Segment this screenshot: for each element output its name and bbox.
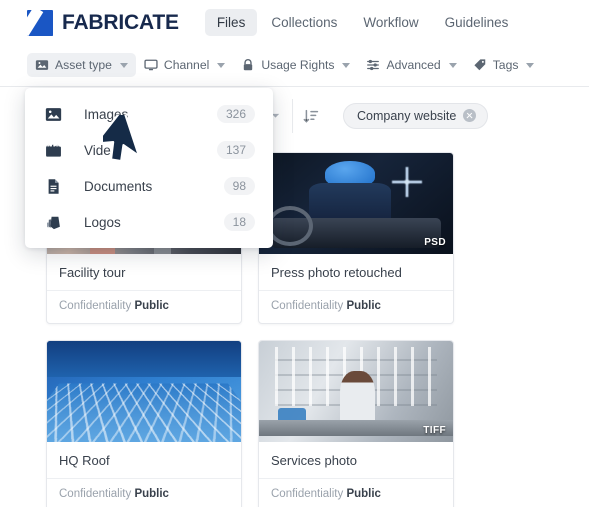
film-icon xyxy=(46,143,61,157)
filter-label: Asset type xyxy=(55,58,112,72)
asset-title: Services photo xyxy=(259,442,453,479)
menu-item-video[interactable]: Video 137 xyxy=(25,132,273,168)
filter-channel[interactable]: Channel xyxy=(136,53,233,77)
menu-item-logos[interactable]: Logos 18 xyxy=(25,204,273,240)
logos-icon xyxy=(47,216,60,229)
menu-item-count: 137 xyxy=(216,141,255,159)
wheel-decoration xyxy=(266,205,314,246)
table-row[interactable]: TIFF Services photo Confidentiality Publ… xyxy=(258,340,454,507)
filter-label: Tags xyxy=(492,58,519,72)
meta-value: Public xyxy=(134,300,169,312)
spark-decoration xyxy=(391,167,422,198)
table-row[interactable]: HQ Roof Confidentiality Public xyxy=(46,340,242,507)
sky-decoration xyxy=(47,341,241,378)
asset-thumbnail: PSD xyxy=(259,153,453,254)
filter-label: Channel xyxy=(163,58,210,72)
close-circle-icon[interactable] xyxy=(463,109,477,122)
image-icon xyxy=(35,60,49,70)
roof-pattern-decoration xyxy=(47,383,241,442)
asset-title: Press photo retouched xyxy=(259,254,453,291)
asset-meta: Confidentiality Public xyxy=(47,479,241,507)
menu-item-label: Images xyxy=(84,106,129,122)
asset-thumbnail: TIFF xyxy=(259,341,453,442)
menu-item-label: Documents xyxy=(84,178,153,194)
asset-type-dropdown-menu: Images 326 Video 137 Documents 98 Logos … xyxy=(25,88,273,248)
meta-label: Confidentiality xyxy=(59,300,132,312)
asset-meta: Confidentiality Public xyxy=(47,291,241,323)
app-window: FABRICATE Files Collections Workflow Gui… xyxy=(0,0,589,507)
meta-label: Confidentiality xyxy=(271,488,344,500)
chevron-down-icon xyxy=(526,62,535,68)
asset-meta: Confidentiality Public xyxy=(259,291,453,323)
meta-value: Public xyxy=(134,488,169,500)
format-badge: PSD xyxy=(424,237,446,248)
asset-title: Facility tour xyxy=(47,254,241,291)
menu-item-label: Video xyxy=(84,142,119,158)
tab-workflow[interactable]: Workflow xyxy=(351,9,430,36)
chip-label: Company website xyxy=(357,108,457,123)
asset-meta: Confidentiality Public xyxy=(259,479,453,507)
image-icon xyxy=(45,107,62,121)
filter-label: Usage Rights xyxy=(261,58,335,72)
brand-name: FABRICATE xyxy=(62,10,179,34)
sliders-icon xyxy=(367,59,380,71)
menu-item-count: 98 xyxy=(223,177,255,195)
filter-label: Advanced xyxy=(386,58,441,72)
meta-label: Confidentiality xyxy=(271,300,344,312)
tab-files[interactable]: Files xyxy=(204,9,258,36)
main-nav: Files Collections Workflow Guidelines xyxy=(204,9,521,36)
app-header: FABRICATE Files Collections Workflow Gui… xyxy=(0,0,589,45)
asset-title: HQ Roof xyxy=(47,442,241,479)
chevron-down-icon xyxy=(448,62,457,68)
brand-logo[interactable]: FABRICATE xyxy=(27,9,179,36)
menu-item-count: 326 xyxy=(216,105,255,123)
chevron-down-icon xyxy=(119,62,128,68)
menu-item-images[interactable]: Images 326 xyxy=(25,96,273,132)
chevron-down-icon xyxy=(217,62,226,68)
menu-item-label: Logos xyxy=(84,214,121,230)
logo-slash-mark-icon xyxy=(27,9,53,36)
filter-usage-rights[interactable]: Usage Rights xyxy=(233,53,358,77)
sort-ascending-icon xyxy=(303,109,319,123)
meta-value: Public xyxy=(346,300,381,312)
menu-item-count: 18 xyxy=(223,213,255,231)
tab-collections[interactable]: Collections xyxy=(259,9,349,36)
meta-label: Confidentiality xyxy=(59,488,132,500)
meta-value: Public xyxy=(346,488,381,500)
filter-advanced[interactable]: Advanced xyxy=(358,53,464,77)
active-filter-chip[interactable]: Company website xyxy=(343,102,489,129)
asset-thumbnail xyxy=(47,341,241,442)
format-badge: TIFF xyxy=(423,425,446,436)
filter-bar: Asset type Channel Usage Rights Advanced… xyxy=(0,45,589,85)
lock-icon xyxy=(244,59,253,71)
worker-decoration xyxy=(340,371,376,424)
filter-asset-type[interactable]: Asset type xyxy=(27,53,136,77)
tab-guidelines[interactable]: Guidelines xyxy=(433,9,521,36)
table-row[interactable]: PSD Press photo retouched Confidentialit… xyxy=(258,152,454,324)
chevron-down-icon xyxy=(342,62,351,68)
tag-icon xyxy=(474,59,485,71)
monitor-icon xyxy=(144,59,158,71)
sort-button[interactable] xyxy=(292,98,329,133)
document-icon xyxy=(48,178,59,194)
menu-item-documents[interactable]: Documents 98 xyxy=(25,168,273,204)
filter-tags[interactable]: Tags xyxy=(465,53,543,77)
